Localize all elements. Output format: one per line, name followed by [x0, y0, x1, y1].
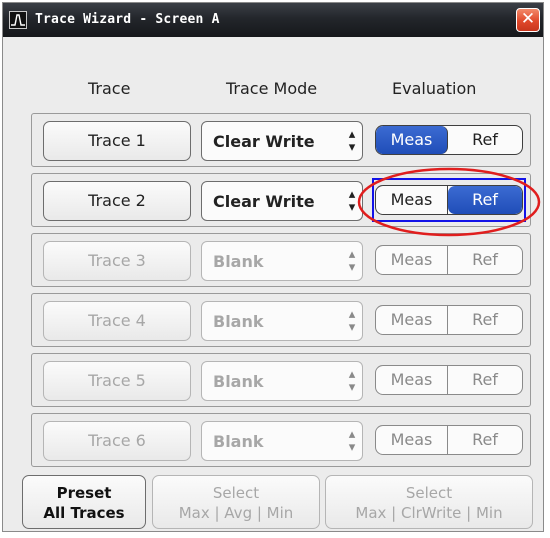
close-icon[interactable]: ✕ — [516, 8, 540, 32]
up-down-arrow-icon: ▴ ▾ — [348, 187, 356, 215]
trace-row-1: Trace 1 Clear Write ▴ ▾ Meas Ref — [31, 113, 531, 167]
trace-row-2: Trace 2 Clear Write ▴ ▾ Meas Ref — [31, 173, 531, 227]
trace-5-mode-select[interactable]: Blank ▴ ▾ — [201, 361, 363, 401]
trace-3-ref-option[interactable]: Ref — [448, 246, 522, 274]
trace-6-mode-value: Blank — [213, 432, 264, 451]
preset-line-2: All Traces — [43, 504, 125, 522]
select-clrwrite-line-2: Max | ClrWrite | Min — [355, 504, 503, 522]
select-avg-line-1: Select — [212, 484, 260, 502]
trace-6-ref-option[interactable]: Ref — [448, 426, 522, 454]
trace-3-meas-option[interactable]: Meas — [376, 246, 448, 274]
trace-3-mode-value: Blank — [213, 252, 264, 271]
trace-2-meas-option[interactable]: Meas — [376, 186, 448, 214]
up-down-arrow-icon: ▴ ▾ — [348, 127, 356, 155]
up-down-arrow-icon: ▴ ▾ — [348, 367, 356, 395]
trace-1-meas-option[interactable]: Meas — [376, 126, 448, 154]
select-avg-line-2: Max | Avg | Min — [178, 504, 294, 522]
trace-1-mode-value: Clear Write — [213, 132, 315, 151]
preset-all-traces-button[interactable]: Preset All Traces — [22, 475, 146, 529]
trace-row-3: Trace 3 Blank ▴ ▾ Meas Ref — [31, 233, 531, 287]
select-max-clrwrite-min-button[interactable]: Select Max | ClrWrite | Min — [325, 475, 533, 529]
trace-2-mode-value: Clear Write — [213, 192, 315, 211]
trace-2-mode-select[interactable]: Clear Write ▴ ▾ — [201, 181, 363, 221]
trace-1-evaluation-toggle[interactable]: Meas Ref — [375, 125, 523, 155]
spectrum-icon — [9, 11, 27, 29]
trace-5-mode-value: Blank — [213, 372, 264, 391]
up-down-arrow-icon: ▴ ▾ — [348, 427, 356, 455]
trace-1-button[interactable]: Trace 1 — [43, 121, 191, 161]
trace-4-meas-option[interactable]: Meas — [376, 306, 448, 334]
column-header-trace-mode: Trace Mode — [226, 79, 318, 98]
trace-row-5: Trace 5 Blank ▴ ▾ Meas Ref — [31, 353, 531, 407]
title-bar[interactable]: Trace Wizard - Screen A ✕ — [3, 3, 543, 37]
window-title: Trace Wizard - Screen A — [35, 12, 220, 27]
trace-1-mode-select[interactable]: Clear Write ▴ ▾ — [201, 121, 363, 161]
trace-4-evaluation-toggle[interactable]: Meas Ref — [375, 305, 523, 335]
trace-3-button[interactable]: Trace 3 — [43, 241, 191, 281]
trace-5-ref-option[interactable]: Ref — [448, 366, 522, 394]
trace-4-mode-value: Blank — [213, 312, 264, 331]
trace-4-button[interactable]: Trace 4 — [43, 301, 191, 341]
trace-5-meas-option[interactable]: Meas — [376, 366, 448, 394]
trace-3-evaluation-toggle[interactable]: Meas Ref — [375, 245, 523, 275]
trace-6-evaluation-toggle[interactable]: Meas Ref — [375, 425, 523, 455]
trace-6-mode-select[interactable]: Blank ▴ ▾ — [201, 421, 363, 461]
trace-6-button[interactable]: Trace 6 — [43, 421, 191, 461]
trace-1-ref-option[interactable]: Ref — [448, 126, 522, 154]
column-header-evaluation: Evaluation — [392, 79, 477, 98]
select-clrwrite-line-1: Select — [405, 484, 453, 502]
trace-row-6: Trace 6 Blank ▴ ▾ Meas Ref — [31, 413, 531, 467]
trace-5-evaluation-toggle[interactable]: Meas Ref — [375, 365, 523, 395]
trace-3-mode-select[interactable]: Blank ▴ ▾ — [201, 241, 363, 281]
trace-2-ref-option[interactable]: Ref — [448, 186, 522, 214]
trace-4-mode-select[interactable]: Blank ▴ ▾ — [201, 301, 363, 341]
trace-2-button[interactable]: Trace 2 — [43, 181, 191, 221]
select-max-avg-min-button[interactable]: Select Max | Avg | Min — [152, 475, 320, 529]
trace-2-evaluation-toggle[interactable]: Meas Ref — [375, 185, 523, 215]
column-header-trace: Trace — [88, 79, 131, 98]
up-down-arrow-icon: ▴ ▾ — [348, 307, 356, 335]
preset-line-1: Preset — [56, 484, 112, 502]
up-down-arrow-icon: ▴ ▾ — [348, 247, 356, 275]
trace-4-ref-option[interactable]: Ref — [448, 306, 522, 334]
trace-6-meas-option[interactable]: Meas — [376, 426, 448, 454]
trace-row-4: Trace 4 Blank ▴ ▾ Meas Ref — [31, 293, 531, 347]
trace-wizard-dialog: Trace Wizard - Screen A ✕ Trace Trace Mo… — [2, 2, 544, 532]
trace-5-button[interactable]: Trace 5 — [43, 361, 191, 401]
